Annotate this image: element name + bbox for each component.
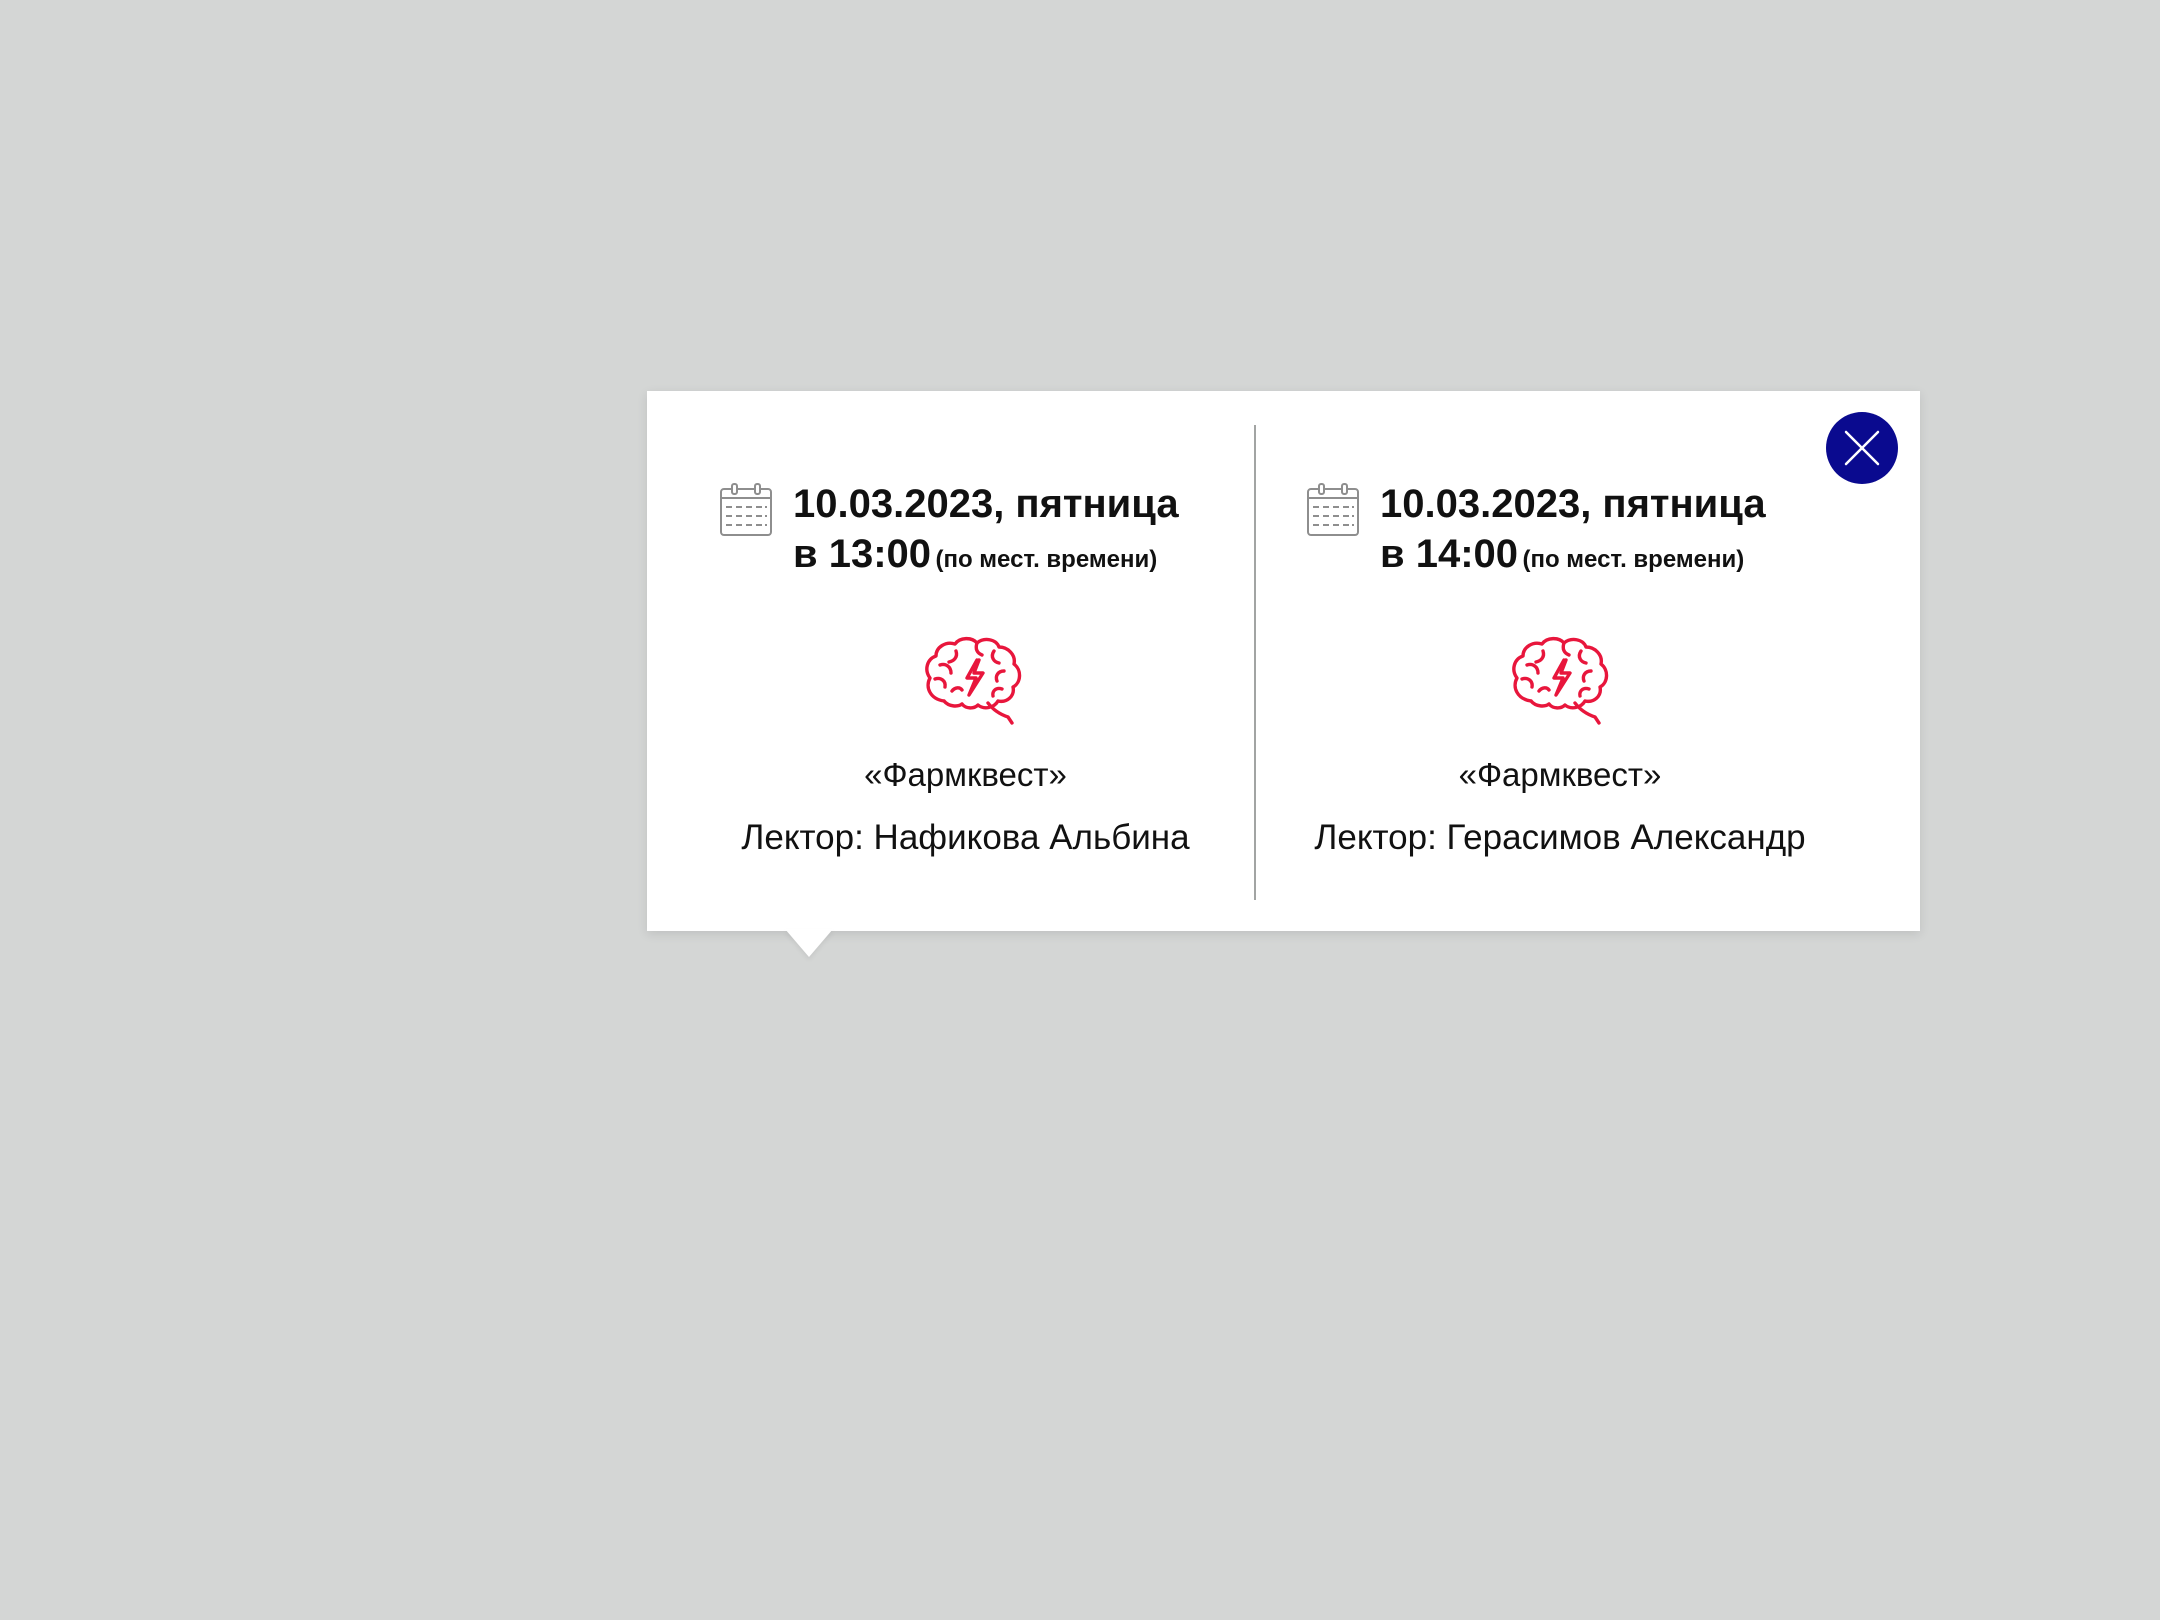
brain-lightning-icon	[1509, 635, 1611, 732]
session-date: 10.03.2023, пятница	[1380, 482, 1766, 526]
session-card: 10.03.2023, пятница в 13:00 (по мест. вр…	[647, 391, 1254, 931]
session-time-note: (по мест. времени)	[935, 546, 1158, 573]
session-time-value: в 14:00	[1380, 532, 1519, 576]
session-title: «Фармквест»	[864, 756, 1067, 793]
session-title: «Фармквест»	[1458, 756, 1662, 793]
calendar-icon	[719, 483, 773, 542]
session-lector: Лектор: Нафикова Альбина	[741, 818, 1190, 857]
session-card: 10.03.2023, пятница в 14:00 (по мест. вр…	[1256, 391, 1920, 931]
session-date: 10.03.2023, пятница	[793, 482, 1179, 526]
close-button[interactable]	[1826, 412, 1898, 484]
session-lector: Лектор: Герасимов Александр	[1314, 818, 1806, 857]
session-time-value: в 13:00	[793, 532, 932, 576]
popup-pointer	[785, 929, 833, 957]
session-time-note: (по мест. времени)	[1522, 546, 1745, 573]
session-time: в 13:00 (по мест. времени)	[793, 529, 1157, 588]
brain-lightning-icon	[922, 635, 1024, 732]
session-time: в 14:00 (по мест. времени)	[1380, 529, 1744, 588]
calendar-icon	[1306, 483, 1360, 542]
